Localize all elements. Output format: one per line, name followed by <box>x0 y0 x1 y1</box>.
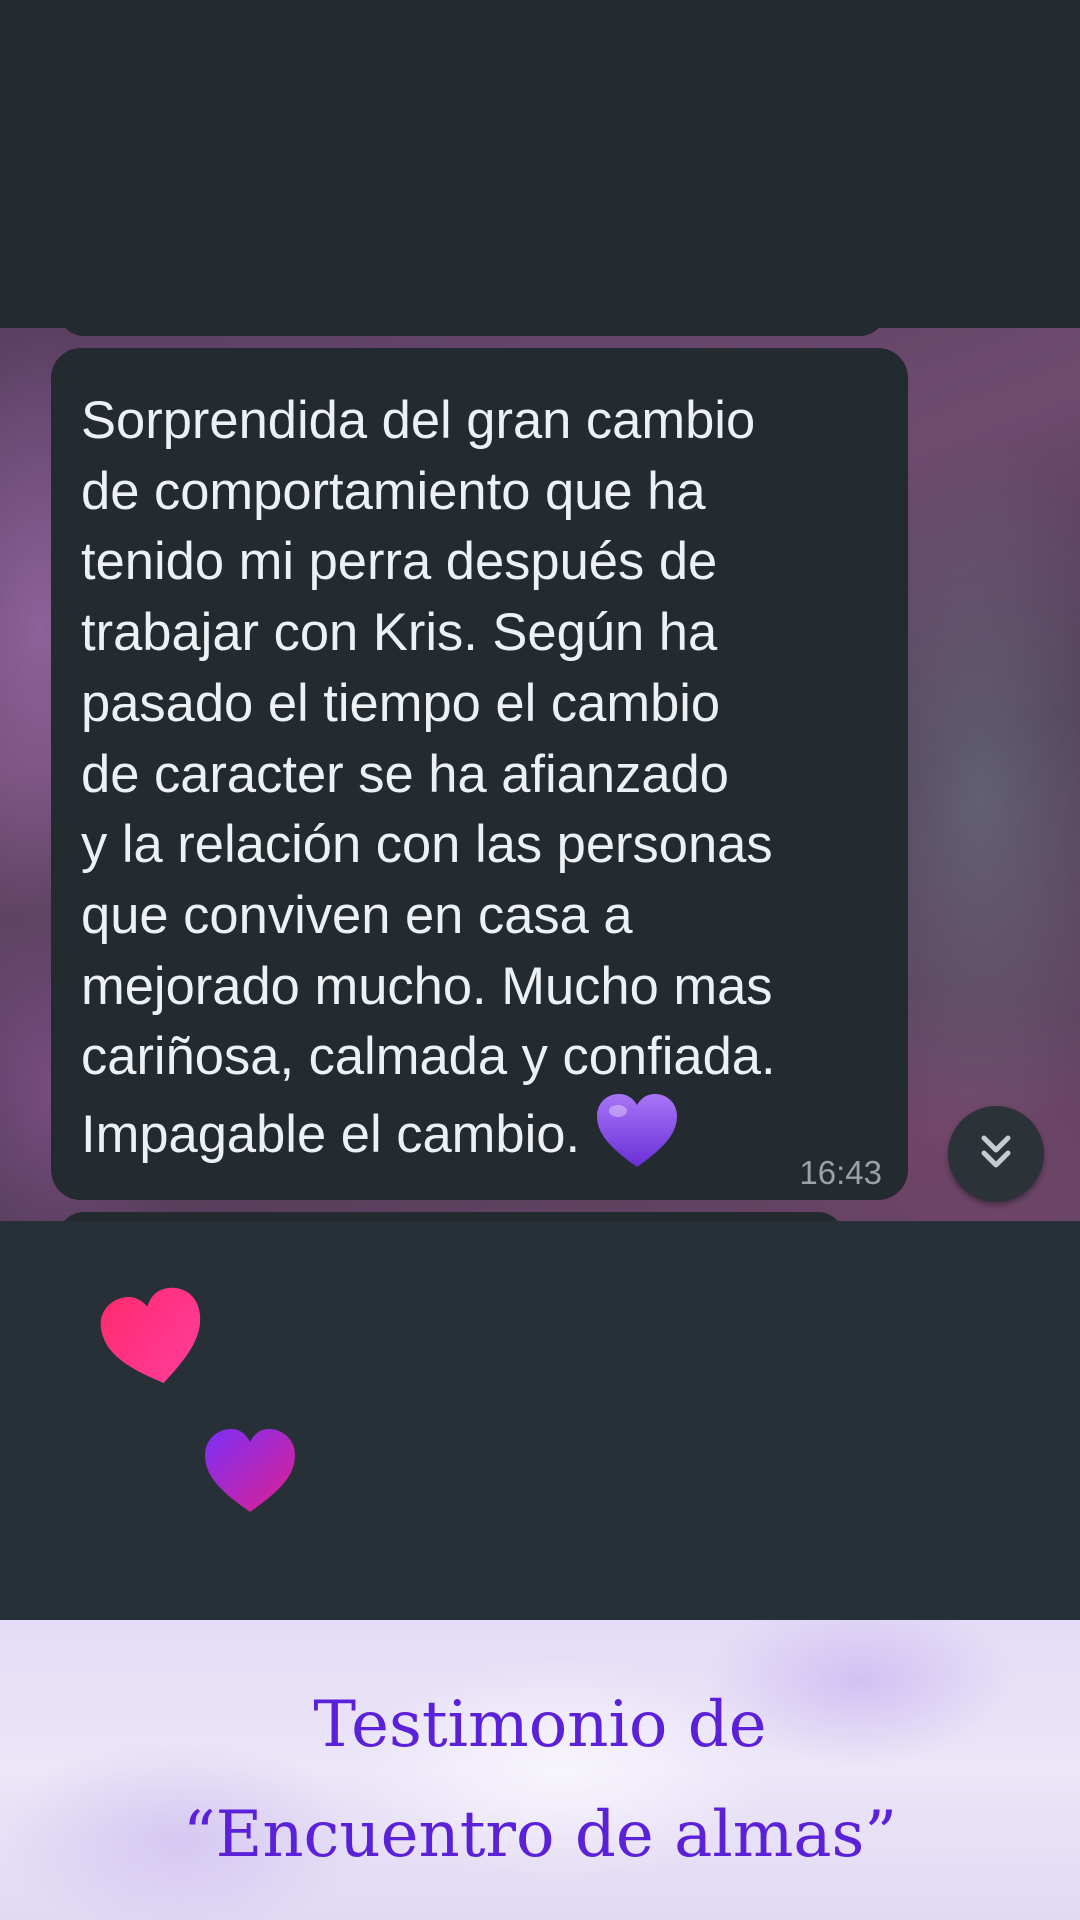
message-bubble[interactable]: Sorprendida del gran cambio de comportam… <box>51 348 908 1200</box>
purple-heart-emoji-icon <box>594 1091 680 1171</box>
next-message-bubble-edge <box>58 1212 844 1221</box>
footer-title-line-2: “Encuentro de almas” <box>182 1798 898 1872</box>
double-chevron-down-icon <box>974 1130 1018 1179</box>
chat-area[interactable]: Sorprendida del gran cambio de comportam… <box>0 328 1080 1221</box>
message-text: Sorprendida del gran cambio de comportam… <box>81 386 878 1175</box>
message-line: de caracter se ha afianzado <box>81 744 729 804</box>
message-timestamp: 16:43 <box>799 1154 882 1191</box>
message-line: Sorprendida del gran cambio <box>81 391 756 450</box>
previous-message-bubble-edge <box>58 328 886 336</box>
purple-heart-icon <box>200 1424 300 1521</box>
message-line: que conviven en casa a <box>81 885 633 945</box>
message-line: cariñosa, calmada y confiada. <box>81 1027 776 1087</box>
message-last-line: Impagable el cambio. <box>81 1094 878 1175</box>
testimonial-footer: Testimonio de “Encuentro de almas” <box>0 1620 1080 1920</box>
footer-title-line-1: Testimonio de <box>313 1688 767 1762</box>
message-line: pasado el tiempo el cambio <box>81 673 721 733</box>
message-line: Impagable el cambio. <box>81 1104 581 1164</box>
pink-heart-icon <box>98 1286 210 1395</box>
scroll-to-bottom-button[interactable] <box>948 1106 1044 1202</box>
message-line: trabajar con Kris. Según ha <box>81 603 718 663</box>
message-line: de comportamiento que ha <box>81 461 706 521</box>
message-line: tenido mi perra después de <box>81 532 718 592</box>
screenshot-page: Sorprendida del gran cambio de comportam… <box>0 0 1080 1920</box>
message-line: mejorado mucho. Mucho mas <box>81 956 773 1016</box>
top-dark-band <box>0 0 1080 328</box>
message-line: y la relación con las personas <box>81 815 773 875</box>
sticker-area <box>0 1221 1080 1620</box>
